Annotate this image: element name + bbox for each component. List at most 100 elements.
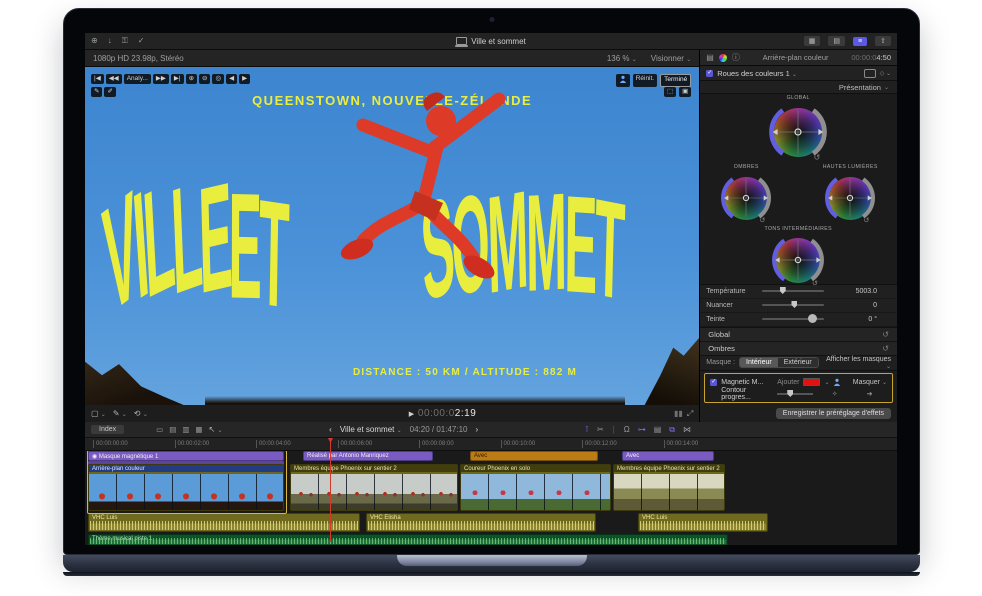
presentation-row[interactable]: Présentation ⌄	[700, 80, 897, 95]
nav-forward-button[interactable]: ›	[475, 425, 478, 434]
clip-arri-re-plan-couleur[interactable]: Arrière-plan couleur	[88, 464, 284, 511]
slider-thumb[interactable]	[779, 287, 786, 295]
color-wheel-ombres[interactable]: ↺	[720, 172, 772, 224]
share-icon[interactable]: ⇧	[875, 36, 891, 46]
clip-appearance-menu-icon[interactable]: ▦	[195, 425, 202, 434]
reset-icon[interactable]: ↺	[882, 330, 889, 339]
swatch-chevron-icon[interactable]: ⌄	[824, 379, 829, 386]
zoom-menu[interactable]: 136 % ⌄	[607, 54, 637, 63]
done-button[interactable]: Terminé	[660, 74, 692, 87]
marquee-icon[interactable]: ⬚	[663, 87, 677, 97]
retime-tool[interactable]: ⟲ ⌄	[134, 409, 148, 418]
inspector-icon[interactable]: ≡	[853, 36, 868, 46]
color-wheels-effect-row[interactable]: ✓ Roues des couleurs 1 ⌄ ◇ ⌄	[700, 66, 897, 81]
crop-tool[interactable]: ▢ ⌄	[91, 409, 106, 418]
skimmer-icon[interactable]: ∣	[612, 425, 616, 434]
reset-icon[interactable]: ↺	[882, 344, 889, 353]
transport-button-6[interactable]: ⊖	[199, 74, 211, 84]
person-mask-button[interactable]	[615, 74, 630, 87]
expand-icon[interactable]: ⤢	[687, 409, 693, 419]
feather-slider[interactable]	[777, 390, 814, 398]
mask-mode-menu[interactable]: Masquer ⌄	[845, 379, 887, 386]
color-wheel-tons-interm-diaires[interactable]: ↺	[771, 233, 825, 287]
clip-membres-quipe-phoenix-sur-sentier-2[interactable]: Membres équipe Phoenix sur sentier 2	[613, 464, 725, 511]
view-menu[interactable]: Visionner ⌄	[651, 54, 691, 63]
clip-r-alis-par-antonio-manriquez[interactable]: Réalisé par Antonio Manriquez	[303, 451, 433, 461]
transitions-browser-icon[interactable]: ⋈	[683, 425, 691, 434]
slider-thumb[interactable]	[791, 301, 798, 309]
person-icon[interactable]	[833, 378, 841, 387]
play-icon[interactable]: ▶	[409, 411, 415, 418]
reset-button[interactable]: Réinit.	[632, 74, 658, 87]
transport-button-9[interactable]: ▶	[239, 74, 251, 84]
draw-mask-tool[interactable]: ✎ ⌄	[113, 409, 127, 418]
timeline-ruler[interactable]: 00:00:00:00 00:00:02:00 00:00:04:00 00:00:0…	[85, 438, 897, 451]
transport-button-4[interactable]: ▶|	[170, 74, 184, 84]
slider-track[interactable]	[762, 287, 825, 295]
section-row-global[interactable]: Global ↺	[700, 327, 897, 342]
clip-vhc-luis[interactable]: VHC Luis	[638, 513, 768, 532]
keyword-icon[interactable]: ⚿	[122, 37, 128, 45]
clip-avec[interactable]: Avec	[622, 451, 714, 461]
download-icon[interactable]: ↓	[108, 37, 112, 45]
mask-color-swatch[interactable]	[803, 378, 821, 387]
clip-appearance-3-icon[interactable]: ▥	[182, 425, 189, 434]
color-inspector-icon[interactable]	[718, 53, 727, 62]
transport-button-8[interactable]: ◀	[226, 74, 238, 84]
keyframe-icon[interactable]: ◇ ⌄	[880, 70, 891, 77]
video-inspector-icon[interactable]: ▤	[706, 53, 714, 62]
audio-meters-icon[interactable]: ▮▮	[674, 409, 683, 418]
mask-button-extérieur[interactable]: Extérieur	[777, 358, 818, 368]
effects-browser-icon[interactable]: ⧉	[669, 425, 675, 435]
add-label[interactable]: Ajouter	[777, 379, 799, 386]
slider-track[interactable]	[762, 314, 825, 324]
index-button[interactable]: Index	[91, 425, 125, 434]
clip-th-me-musical-piste-1[interactable]: Thème musical piste 1	[88, 534, 728, 545]
clip-membres-quipe-phoenix-sur-sentier-2[interactable]: Membres équipe Phoenix sur sentier 2	[290, 464, 458, 511]
clip-appearance-2-icon[interactable]: ▤	[169, 425, 176, 434]
show-masks-menu[interactable]: Afficher les masques ⌄	[823, 356, 891, 370]
slider-thumb[interactable]	[807, 314, 817, 324]
clip-avec[interactable]: Avec	[470, 451, 598, 461]
filmstrip-icon[interactable]: ▤	[828, 36, 846, 46]
media-import-icon[interactable]: ⊕	[91, 37, 98, 45]
color-wheel-global[interactable]: ↺	[768, 102, 828, 162]
browser-grid-icon[interactable]: ▦	[803, 36, 821, 46]
timeline-project-menu[interactable]: Ville et sommet ⌄	[340, 425, 402, 434]
effect-enable-checkbox[interactable]: ✓	[706, 69, 714, 77]
pointer-tool-menu[interactable]: ↖ ⌄	[209, 425, 223, 434]
transport-button-1[interactable]: ◀◀	[105, 74, 122, 84]
section-row-ombres[interactable]: Ombres ↺	[700, 341, 897, 356]
clip-vhc-luis[interactable]: VHC Luis	[88, 513, 360, 532]
trim-icon[interactable]: ⊺	[585, 425, 589, 434]
magnetic-mask-checkbox[interactable]: ✓	[710, 378, 718, 386]
transport-button-3[interactable]: ▶▶	[152, 74, 169, 84]
mask-shape-icon[interactable]: ▣	[679, 87, 692, 97]
next-keyframe-icon[interactable]: ➔	[867, 390, 873, 398]
clip-coureur-phoenix-en-solo[interactable]: Coureur Phoenix en solo	[460, 464, 611, 511]
transport-button-5[interactable]: ⊕	[185, 74, 198, 84]
clip-appearance-1-icon[interactable]: ▭	[156, 425, 163, 434]
slider-track[interactable]	[762, 301, 825, 309]
mask-icon[interactable]	[863, 68, 876, 78]
clip-vhc-elisha[interactable]: VHC Elisha	[366, 513, 596, 532]
transport-button-0[interactable]: |◀	[91, 74, 104, 84]
transport-button-2[interactable]: Analy...	[123, 74, 151, 84]
effect-name[interactable]: Roues des couleurs 1 ⌄	[717, 69, 859, 78]
storyline-icon[interactable]: ▤	[654, 425, 662, 434]
mask-button-intérieur[interactable]: Intérieur	[740, 358, 778, 368]
save-effects-preset-button[interactable]: Enregistrer le préréglage d'effets	[775, 408, 891, 420]
viewer-canvas[interactable]: QUEENSTOWN, NOUVELLE-ZÉLANDE VILLE ET SO…	[85, 67, 700, 405]
keyframe-diamond-icon[interactable]: ✧	[832, 390, 838, 398]
nav-back-button[interactable]: ‹	[329, 425, 332, 434]
transport-button-7[interactable]: ◎	[212, 74, 225, 84]
check-circle-icon[interactable]: ✓	[138, 37, 145, 45]
draw-stroke-icon[interactable]: ✎	[91, 87, 103, 97]
clip-masque-magn-tique-1[interactable]: ◉ Masque magnétique 1	[88, 451, 284, 461]
playhead[interactable]	[330, 438, 331, 542]
audio-solo-icon[interactable]: Ω	[624, 425, 630, 434]
info-inspector-icon[interactable]: ⓘ	[732, 53, 740, 62]
erase-stroke-icon[interactable]: ✐	[104, 87, 116, 97]
blade-icon[interactable]: ✂	[597, 425, 604, 434]
color-wheel-hautes-lumi-res[interactable]: ↺	[824, 172, 876, 224]
